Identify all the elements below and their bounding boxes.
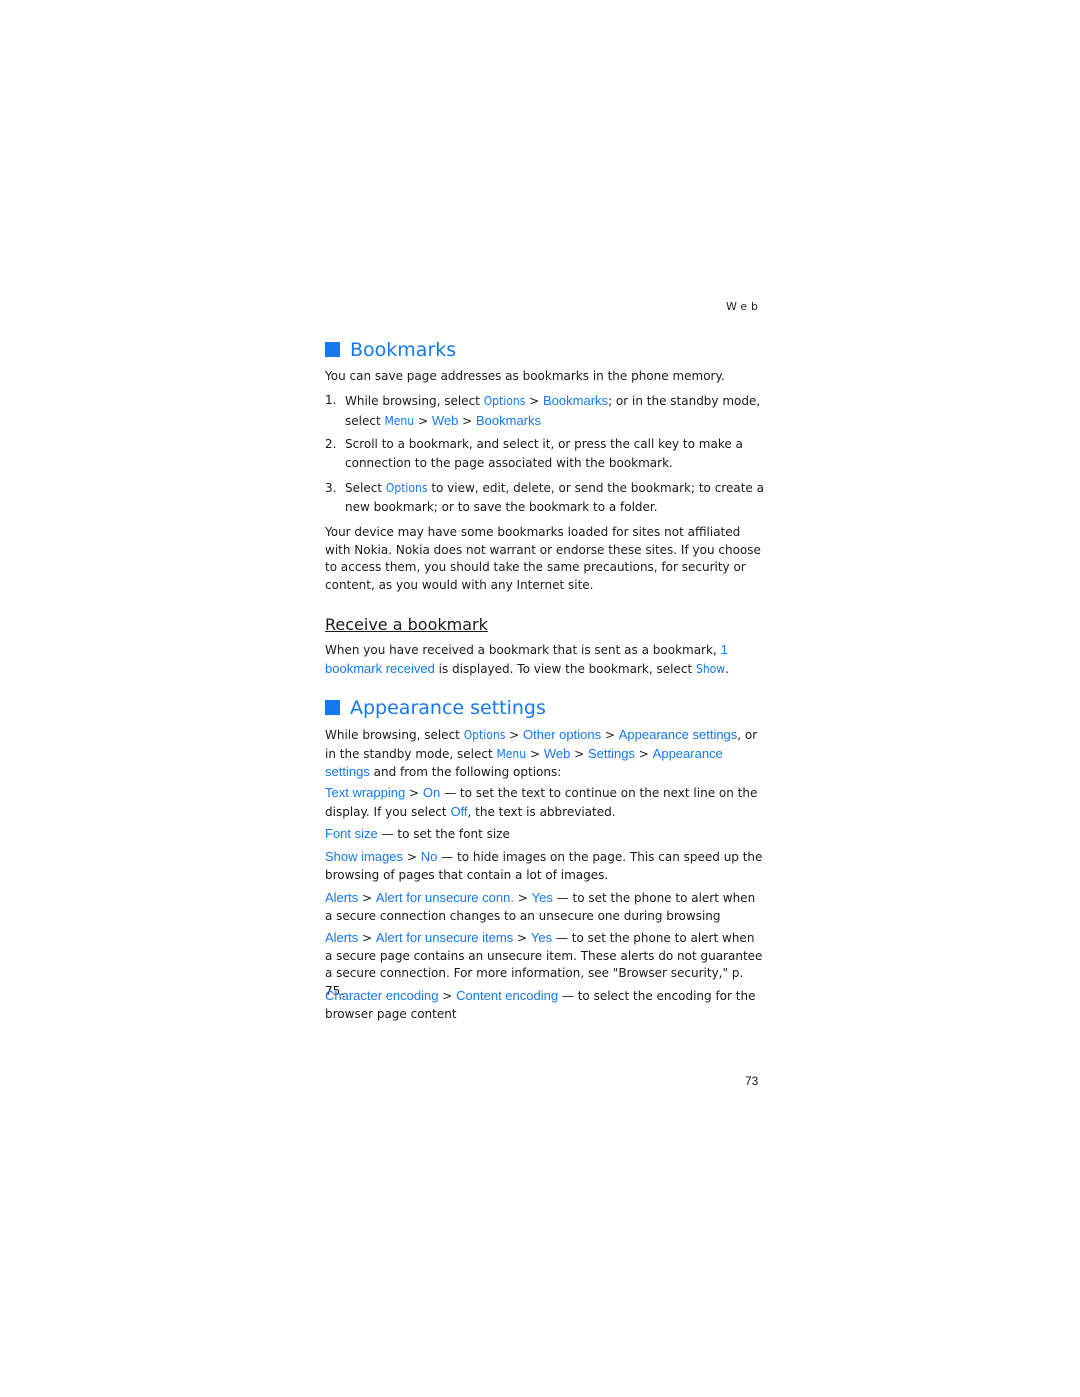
option-character-encoding: Character encoding > Content encoding — … — [325, 987, 765, 1023]
page-number: 73 — [745, 1074, 759, 1088]
ui-term: Settings — [588, 745, 635, 761]
separator: > — [513, 931, 531, 945]
step-1: 1. While browsing, select Options > Book… — [325, 391, 765, 431]
ui-term: Yes — [530, 930, 553, 945]
ui-term: Options — [463, 728, 506, 742]
section-heading-appearance: Appearance settings — [325, 696, 546, 720]
ui-term: Options — [483, 394, 526, 408]
separator: > — [513, 891, 532, 905]
ui-term: Show images — [325, 849, 404, 864]
ui-term: Content encoding — [456, 988, 559, 1003]
step-text: Select Options to view, edit, delete, or… — [345, 479, 765, 517]
text: > — [526, 746, 544, 761]
text: > — [414, 414, 432, 428]
text: While browsing, select — [345, 394, 484, 408]
option-font-size: Font size — to set the font size — [325, 825, 765, 844]
appearance-intro: While browsing, select Options > Other o… — [325, 726, 765, 782]
ui-term: Options — [385, 481, 428, 495]
ui-term: Alert for unsecure items — [375, 930, 514, 945]
text: > — [525, 394, 544, 408]
ui-term: Alert for unsecure conn. — [375, 890, 514, 905]
section-square-icon — [325, 700, 340, 715]
text: > — [601, 728, 619, 742]
receive-paragraph: When you have received a bookmark that i… — [325, 641, 765, 678]
ui-term: Bookmarks — [476, 413, 542, 428]
text: , the text is abbreviated. — [467, 804, 616, 819]
step-text: While browsing, select Options > Bookmar… — [345, 391, 765, 431]
option-show-images: Show images > No — to hide images on the… — [325, 848, 765, 884]
ui-term: Off — [450, 803, 468, 819]
ui-term: On — [422, 785, 441, 800]
separator: > — [405, 786, 423, 800]
subheading-receive-bookmark: Receive a bookmark — [325, 615, 488, 634]
ui-term: No — [420, 849, 438, 864]
separator: > — [358, 931, 376, 945]
ui-term: Character encoding — [325, 988, 439, 1003]
heading-text: Appearance settings — [350, 697, 546, 719]
running-head: Web — [726, 300, 762, 313]
text: and from the following options: — [369, 765, 562, 779]
ui-term: Menu — [384, 414, 415, 428]
ui-term: Font size — [325, 826, 378, 841]
step-number: 1. — [325, 393, 337, 407]
section-square-icon — [325, 342, 340, 357]
separator: > — [438, 989, 457, 1003]
ui-term: Yes — [531, 890, 553, 905]
text: > — [505, 728, 524, 742]
ui-term: Show — [695, 661, 726, 676]
step-text: Scroll to a bookmark, and select it, or … — [345, 437, 743, 470]
ui-term: Alerts — [325, 890, 359, 905]
text: is displayed. To view the bookmark, sele… — [434, 661, 696, 676]
text: When you have received a bookmark that i… — [325, 643, 721, 657]
ui-term: Appearance settings — [618, 727, 738, 742]
text: > — [570, 746, 588, 761]
ui-term: Other options — [523, 727, 602, 742]
text: > — [458, 414, 476, 428]
text: Select — [345, 481, 386, 495]
option-text-wrapping: Text wrapping > On — to set the text to … — [325, 784, 765, 821]
bookmarks-disclaimer: Your device may have some bookmarks load… — [325, 525, 761, 592]
step-3: 3. Select Options to view, edit, delete,… — [325, 479, 765, 517]
ui-term: Menu — [496, 746, 527, 761]
text: > — [634, 746, 653, 761]
step-number: 3. — [325, 481, 337, 495]
ui-term: Web — [543, 745, 571, 761]
text: While browsing, select — [325, 728, 464, 742]
option-alert-unsecure-conn: Alerts > Alert for unsecure conn. > Yes … — [325, 889, 765, 925]
step-number: 2. — [325, 437, 337, 451]
text: . — [725, 661, 729, 676]
ui-term: Web — [431, 413, 459, 428]
text: — to set the font size — [377, 827, 510, 841]
step-2: 2. Scroll to a bookmark, and select it, … — [325, 435, 765, 473]
section-heading-bookmarks: Bookmarks — [325, 338, 456, 362]
bookmarks-intro: You can save page addresses as bookmarks… — [325, 369, 725, 383]
ui-term: Alerts — [325, 930, 359, 945]
heading-text: Bookmarks — [350, 339, 457, 361]
ui-term: Bookmarks — [543, 393, 609, 408]
separator: > — [358, 891, 376, 905]
separator: > — [403, 850, 421, 864]
ui-term: Text wrapping — [325, 785, 406, 800]
